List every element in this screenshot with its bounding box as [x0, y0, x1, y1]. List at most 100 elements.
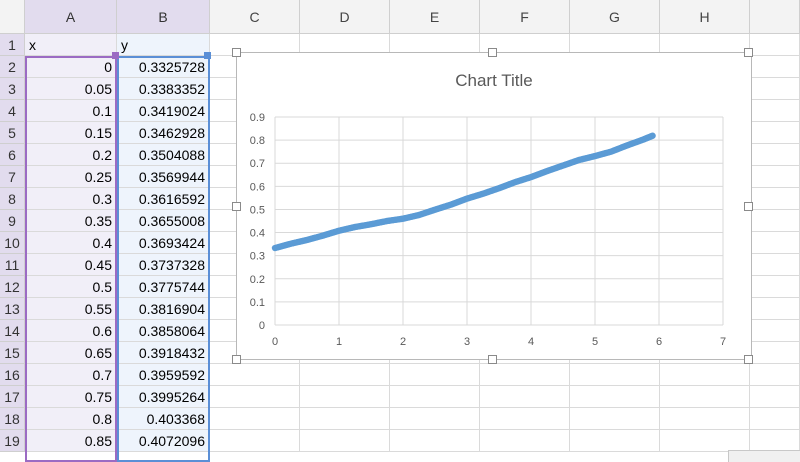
chart-resize-handle-br[interactable]	[744, 355, 753, 364]
empty-cell[interactable]	[570, 408, 660, 430]
column-header-e[interactable]: E	[390, 0, 480, 34]
cell-x-value[interactable]: 0.15	[25, 122, 117, 144]
empty-cell[interactable]	[750, 166, 800, 188]
cell-x-value[interactable]: 0.3	[25, 188, 117, 210]
row-header-17[interactable]: 17	[0, 386, 25, 408]
empty-cell[interactable]	[300, 364, 390, 386]
empty-cell[interactable]	[750, 232, 800, 254]
row-header-15[interactable]: 15	[0, 342, 25, 364]
empty-cell[interactable]	[750, 34, 800, 56]
row-header-3[interactable]: 3	[0, 78, 25, 100]
empty-cell[interactable]	[750, 254, 800, 276]
column-header-g[interactable]: G	[570, 0, 660, 34]
chart-resize-handle-bl[interactable]	[232, 355, 241, 364]
row-header-13[interactable]: 13	[0, 298, 25, 320]
cell-x-value[interactable]: 0.35	[25, 210, 117, 232]
row-header-10[interactable]: 10	[0, 232, 25, 254]
cell-y-value[interactable]: 0.3462928	[117, 122, 210, 144]
empty-cell[interactable]	[750, 276, 800, 298]
cell-y-value[interactable]: 0.3737328	[117, 254, 210, 276]
empty-cell[interactable]	[390, 364, 480, 386]
row-header-16[interactable]: 16	[0, 364, 25, 386]
data-point[interactable]	[649, 132, 656, 139]
empty-cell[interactable]	[750, 78, 800, 100]
row-header-14[interactable]: 14	[0, 320, 25, 342]
cell-y-value[interactable]: 0.4072096	[117, 430, 210, 452]
empty-cell[interactable]	[750, 342, 800, 364]
cell-y-value[interactable]: 0.3918432	[117, 342, 210, 364]
row-header-18[interactable]: 18	[0, 408, 25, 430]
empty-cell[interactable]	[660, 386, 750, 408]
status-widget[interactable]	[728, 450, 800, 462]
empty-cell[interactable]	[750, 122, 800, 144]
cell-y-value[interactable]: 0.3858064	[117, 320, 210, 342]
row-header-7[interactable]: 7	[0, 166, 25, 188]
empty-cell[interactable]	[660, 364, 750, 386]
empty-cell[interactable]	[210, 430, 300, 452]
empty-cell[interactable]	[570, 386, 660, 408]
cell-x-value[interactable]: 0.7	[25, 364, 117, 386]
column-header-d[interactable]: D	[300, 0, 390, 34]
empty-cell[interactable]	[660, 430, 750, 452]
cell-y-value[interactable]: 0.3693424	[117, 232, 210, 254]
cell-x-value[interactable]: 0.75	[25, 386, 117, 408]
cell-x-value[interactable]: 0.45	[25, 254, 117, 276]
empty-cell[interactable]	[750, 188, 800, 210]
cell-x-value[interactable]: 0.85	[25, 430, 117, 452]
empty-cell[interactable]	[300, 386, 390, 408]
row-header-2[interactable]: 2	[0, 56, 25, 78]
cell-y-value[interactable]: 0.3569944	[117, 166, 210, 188]
column-header-b[interactable]: B	[117, 0, 210, 34]
chart-object[interactable]: Chart Title 0 0.1 0.2 0.3 0.4 0.5 0.6 0.7 0.8 0.9…	[236, 52, 752, 360]
row-header-5[interactable]: 5	[0, 122, 25, 144]
empty-cell[interactable]	[570, 364, 660, 386]
chart-resize-handle-tr[interactable]	[744, 48, 753, 57]
cell-y-value[interactable]: 0.3775744	[117, 276, 210, 298]
cell-x-value[interactable]: 0.8	[25, 408, 117, 430]
select-all-corner[interactable]	[0, 0, 25, 34]
cell-y-value[interactable]: 0.3383352	[117, 78, 210, 100]
cell-y-value[interactable]: 0.3419024	[117, 100, 210, 122]
y-range-handle[interactable]	[204, 52, 211, 59]
row-header-11[interactable]: 11	[0, 254, 25, 276]
x-range-handle[interactable]	[112, 52, 119, 59]
empty-cell[interactable]	[750, 56, 800, 78]
empty-cell[interactable]	[480, 430, 570, 452]
row-header-9[interactable]: 9	[0, 210, 25, 232]
empty-cell[interactable]	[390, 408, 480, 430]
chart-resize-handle-mr[interactable]	[744, 202, 753, 211]
cell-x-value[interactable]: 0.05	[25, 78, 117, 100]
empty-cell[interactable]	[750, 430, 800, 452]
cell-y-value[interactable]: 0.3995264	[117, 386, 210, 408]
row-header-6[interactable]: 6	[0, 144, 25, 166]
empty-cell[interactable]	[750, 298, 800, 320]
empty-cell[interactable]	[750, 100, 800, 122]
empty-cell[interactable]	[480, 364, 570, 386]
cell-y-value[interactable]: 0.3655008	[117, 210, 210, 232]
cell-x-value[interactable]: 0.55	[25, 298, 117, 320]
chart-resize-handle-ml[interactable]	[232, 202, 241, 211]
row-header-1[interactable]: 1	[0, 34, 25, 56]
empty-cell[interactable]	[210, 364, 300, 386]
row-header-12[interactable]: 12	[0, 276, 25, 298]
empty-cell[interactable]	[210, 408, 300, 430]
empty-cell[interactable]	[300, 408, 390, 430]
chart-resize-handle-bc[interactable]	[488, 355, 497, 364]
cell-x-value[interactable]: 0.6	[25, 320, 117, 342]
chart-resize-handle-tl[interactable]	[232, 48, 241, 57]
empty-cell[interactable]	[660, 408, 750, 430]
empty-cell[interactable]	[300, 430, 390, 452]
row-header-4[interactable]: 4	[0, 100, 25, 122]
column-header-f[interactable]: F	[480, 0, 570, 34]
cell-y-value[interactable]: 0.3616592	[117, 188, 210, 210]
cell-x-value[interactable]: 0.5	[25, 276, 117, 298]
cell-x-value[interactable]: 0.2	[25, 144, 117, 166]
column-header-h[interactable]: H	[660, 0, 750, 34]
empty-cell[interactable]	[570, 430, 660, 452]
cell-a1[interactable]: x	[25, 34, 117, 56]
cell-y-value[interactable]: 0.3325728	[117, 56, 210, 78]
empty-cell[interactable]	[750, 386, 800, 408]
empty-cell[interactable]	[750, 364, 800, 386]
column-header-c[interactable]: C	[210, 0, 300, 34]
cell-x-value[interactable]: 0.4	[25, 232, 117, 254]
